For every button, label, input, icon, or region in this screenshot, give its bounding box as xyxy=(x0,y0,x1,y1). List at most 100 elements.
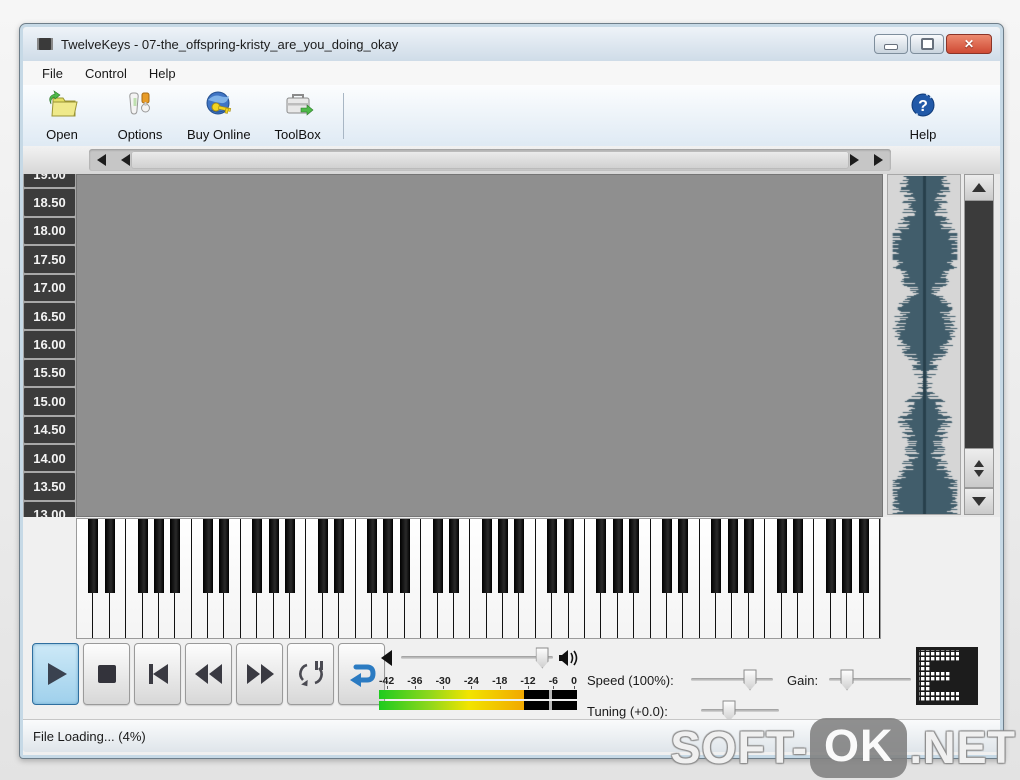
black-key[interactable] xyxy=(317,519,328,593)
black-key[interactable] xyxy=(432,519,443,593)
level-meter-right-fill xyxy=(379,701,524,710)
black-key[interactable] xyxy=(547,519,558,593)
fast-forward-button[interactable] xyxy=(236,643,283,705)
menu-help[interactable]: Help xyxy=(138,63,187,84)
maximize-button[interactable] xyxy=(910,34,944,54)
time-scale-value: 17.50 xyxy=(24,246,75,273)
black-key[interactable] xyxy=(678,519,689,593)
buy-online-button[interactable]: Buy Online xyxy=(179,88,259,144)
black-key[interactable] xyxy=(629,519,640,593)
black-key[interactable] xyxy=(563,519,574,593)
black-key[interactable] xyxy=(383,519,394,593)
black-key[interactable] xyxy=(252,519,263,593)
black-key[interactable] xyxy=(448,519,459,593)
speed-slider-track[interactable] xyxy=(691,678,773,681)
time-scale-value: 13.00 xyxy=(24,501,75,517)
scroll-down-icon xyxy=(972,497,986,513)
black-key[interactable] xyxy=(219,519,230,593)
meter-tick-label: -36 xyxy=(407,675,423,689)
black-key[interactable] xyxy=(88,519,99,593)
black-key[interactable] xyxy=(776,519,787,593)
title-bar[interactable]: TwelveKeys - 07-the_offspring-kristy_are… xyxy=(23,27,1000,61)
watermark: SOFT- OK .NET xyxy=(670,718,1016,778)
stop-button[interactable] xyxy=(83,643,130,705)
app-icon xyxy=(37,38,53,50)
scroll-left-fast-icon[interactable] xyxy=(97,154,106,166)
close-button[interactable]: ✕ xyxy=(946,34,992,54)
menu-control[interactable]: Control xyxy=(74,63,138,84)
black-key[interactable] xyxy=(137,519,148,593)
volume-slider[interactable] xyxy=(401,647,553,669)
black-key[interactable] xyxy=(399,519,410,593)
black-key[interactable] xyxy=(612,519,623,593)
black-key[interactable] xyxy=(268,519,279,593)
globe-key-icon xyxy=(202,90,236,125)
rewind-icon xyxy=(194,664,222,684)
scroll-up-button[interactable] xyxy=(964,174,994,201)
black-key[interactable] xyxy=(285,519,296,593)
help-button[interactable]: ? Help xyxy=(884,88,962,144)
time-scale-value: 15.00 xyxy=(24,388,75,415)
time-scale-value: 18.00 xyxy=(24,217,75,245)
scroll-fine-buttons[interactable] xyxy=(964,448,994,488)
tuning-slider-track[interactable] xyxy=(701,709,779,712)
menu-file[interactable]: File xyxy=(31,63,74,84)
vertical-scrollbar-track[interactable] xyxy=(964,201,994,448)
repeat-button[interactable] xyxy=(338,643,385,705)
time-scale-value: 13.50 xyxy=(24,473,75,500)
speed-slider[interactable] xyxy=(691,669,773,691)
scroll-fine-up-icon xyxy=(974,455,984,467)
black-key[interactable] xyxy=(743,519,754,593)
waveform-image xyxy=(890,176,960,514)
rewind-button[interactable] xyxy=(185,643,232,705)
gain-slider-thumb[interactable] xyxy=(840,669,854,691)
vertical-scrollbar[interactable] xyxy=(964,174,994,515)
play-button[interactable] xyxy=(32,643,79,705)
horizontal-scrollbar[interactable] xyxy=(89,149,891,171)
toolbox-button[interactable]: ToolBox xyxy=(259,88,337,144)
scroll-left-icon[interactable] xyxy=(121,154,130,166)
scroll-right-icon[interactable] xyxy=(850,154,859,166)
toolbox-icon xyxy=(281,90,315,125)
black-key[interactable] xyxy=(596,519,607,593)
scroll-down-button[interactable] xyxy=(964,488,994,515)
black-key[interactable] xyxy=(366,519,377,593)
help-label: Help xyxy=(909,126,937,142)
help-icon: ? xyxy=(908,90,938,125)
black-key[interactable] xyxy=(793,519,804,593)
piano-keyboard[interactable] xyxy=(76,518,881,639)
volume-slider-track[interactable] xyxy=(401,656,553,659)
black-key[interactable] xyxy=(842,519,853,593)
black-key[interactable] xyxy=(858,519,869,593)
skip-to-start-button[interactable] xyxy=(134,643,181,705)
black-key[interactable] xyxy=(498,519,509,593)
minimize-button[interactable] xyxy=(874,34,908,54)
repeat-icon xyxy=(349,664,376,687)
black-key[interactable] xyxy=(711,519,722,593)
options-label: Options xyxy=(117,126,163,142)
black-key[interactable] xyxy=(104,519,115,593)
open-button[interactable]: Open xyxy=(23,88,101,144)
black-key[interactable] xyxy=(170,519,181,593)
volume-slider-thumb[interactable] xyxy=(535,647,549,669)
black-key[interactable] xyxy=(727,519,738,593)
note-analysis-canvas[interactable] xyxy=(76,174,883,517)
buy-online-label: Buy Online xyxy=(187,126,251,142)
loop-section-button[interactable] xyxy=(287,643,334,705)
options-button[interactable]: Options xyxy=(101,88,179,144)
black-key[interactable] xyxy=(153,519,164,593)
options-tools-icon xyxy=(123,90,157,125)
speed-slider-thumb[interactable] xyxy=(743,669,757,691)
horizontal-scrollbar-thumb[interactable] xyxy=(131,151,849,169)
gain-slider[interactable] xyxy=(829,669,911,691)
time-scale-value: 16.00 xyxy=(24,331,75,358)
black-key[interactable] xyxy=(825,519,836,593)
meter-tick-label: -12 xyxy=(520,675,536,689)
black-key[interactable] xyxy=(661,519,672,593)
black-key[interactable] xyxy=(334,519,345,593)
black-key[interactable] xyxy=(481,519,492,593)
scroll-right-fast-icon[interactable] xyxy=(874,154,883,166)
black-key[interactable] xyxy=(514,519,525,593)
waveform-panel[interactable] xyxy=(887,174,961,515)
black-key[interactable] xyxy=(203,519,214,593)
